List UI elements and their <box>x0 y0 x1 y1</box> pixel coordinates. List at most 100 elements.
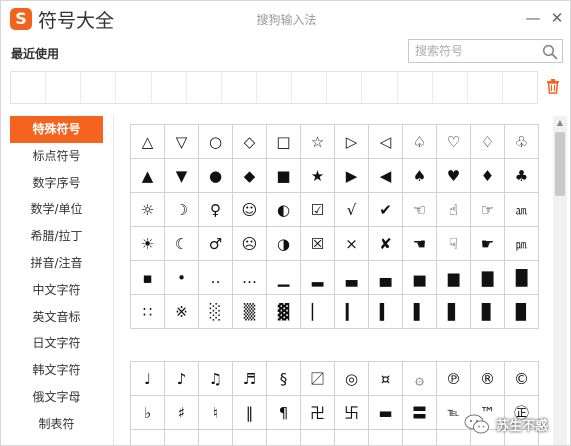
symbol-cell[interactable]: ▎ <box>335 295 369 329</box>
symbol-cell[interactable] <box>335 430 369 445</box>
symbol-cell[interactable]: ‥ <box>199 261 233 295</box>
symbol-cell[interactable]: ▬ <box>369 396 403 430</box>
symbol-cell[interactable] <box>301 430 335 445</box>
symbol-cell[interactable]: ▓ <box>267 295 301 329</box>
symbol-cell[interactable]: ★ <box>301 159 335 193</box>
sidebar-item[interactable]: 拼音/注音 <box>10 250 103 277</box>
symbol-cell[interactable]: ※ <box>165 295 199 329</box>
close-button[interactable]: ✕ <box>545 6 569 30</box>
symbol-cell[interactable]: ☀ <box>131 227 165 261</box>
sidebar-item[interactable]: 制表符 <box>10 411 103 438</box>
symbol-cell[interactable]: 〼 <box>301 362 335 396</box>
symbol-cell[interactable]: ◁ <box>369 125 403 159</box>
symbol-cell[interactable]: … <box>233 261 267 295</box>
symbol-cell[interactable]: ☆ <box>301 125 335 159</box>
symbol-cell[interactable]: ♧ <box>505 125 539 159</box>
symbol-cell[interactable]: ▼ <box>165 159 199 193</box>
symbol-cell[interactable]: ℗ <box>437 362 471 396</box>
symbol-cell[interactable]: ▄ <box>369 261 403 295</box>
symbol-cell[interactable]: █ <box>505 261 539 295</box>
symbol-cell[interactable]: ▃ <box>335 261 369 295</box>
symbol-cell[interactable]: ▇ <box>471 261 505 295</box>
symbol-cell[interactable]: ¶ <box>267 396 301 430</box>
symbol-cell[interactable]: § <box>267 362 301 396</box>
recent-symbol-slot[interactable] <box>398 72 433 103</box>
sidebar-item[interactable]: 韩文字符 <box>10 357 103 384</box>
symbol-cell[interactable]: ▶ <box>335 159 369 193</box>
symbol-cell[interactable]: ☼ <box>131 193 165 227</box>
symbol-cell[interactable]: ▷ <box>335 125 369 159</box>
sidebar-item[interactable]: 俄文字母 <box>10 384 103 411</box>
symbol-cell[interactable]: ۞ <box>403 362 437 396</box>
symbol-cell[interactable]: ® <box>471 362 505 396</box>
recent-symbol-slot[interactable] <box>152 72 187 103</box>
recent-symbol-slot[interactable] <box>11 72 47 103</box>
minimize-button[interactable]: — <box>521 6 545 30</box>
symbol-cell[interactable] <box>369 430 403 445</box>
recent-symbol-slot[interactable] <box>433 72 468 103</box>
symbol-cell[interactable]: ♂ <box>199 227 233 261</box>
symbol-cell[interactable]: ㏘ <box>505 227 539 261</box>
symbol-cell[interactable]: ♬ <box>233 362 267 396</box>
recent-symbol-slot[interactable] <box>116 72 152 103</box>
symbol-cell[interactable]: ■ <box>267 159 301 193</box>
vertical-scrollbar[interactable]: ▲ <box>553 116 567 445</box>
symbol-cell[interactable]: © <box>505 362 539 396</box>
symbol-cell[interactable]: ☽ <box>165 193 199 227</box>
symbol-cell[interactable]: ♫ <box>199 362 233 396</box>
symbol-cell[interactable]: ✘ <box>369 227 403 261</box>
symbol-cell[interactable]: ☝ <box>437 193 471 227</box>
symbol-cell[interactable]: ☹ <box>233 227 267 261</box>
symbol-cell[interactable]: ♥ <box>437 159 471 193</box>
sidebar-item[interactable]: 标点符号 <box>10 143 103 170</box>
recent-symbol-slot[interactable] <box>468 72 503 103</box>
symbol-cell[interactable]: ♢ <box>471 125 505 159</box>
symbol-cell[interactable]: ☞ <box>471 193 505 227</box>
symbol-cell[interactable]: ◆ <box>233 159 267 193</box>
symbol-cell[interactable]: ♩ <box>131 362 165 396</box>
symbol-cell[interactable]: ▉ <box>505 295 539 329</box>
symbol-cell[interactable]: ▂ <box>301 261 335 295</box>
symbol-cell[interactable]: ▽ <box>165 125 199 159</box>
sidebar-item[interactable]: 日文字符 <box>10 330 103 357</box>
sidebar-item[interactable]: 英文音标 <box>10 304 103 331</box>
recent-symbol-slot[interactable] <box>222 72 257 103</box>
symbol-cell[interactable]: ✔ <box>369 193 403 227</box>
symbol-cell[interactable] <box>403 430 437 445</box>
sidebar-item[interactable]: 数字序号 <box>10 170 103 197</box>
symbol-cell[interactable]: ◀ <box>369 159 403 193</box>
recent-symbol-slot[interactable] <box>327 72 363 103</box>
sidebar-item[interactable]: 中文字符 <box>10 277 103 304</box>
symbol-cell[interactable]: ♭ <box>131 396 165 430</box>
symbol-cell[interactable]: ♠ <box>403 159 437 193</box>
symbol-cell[interactable]: ▪ <box>131 261 165 295</box>
symbol-cell[interactable]: ▅ <box>403 261 437 295</box>
symbol-cell[interactable]: ◇ <box>233 125 267 159</box>
symbol-cell[interactable]: ▋ <box>437 295 471 329</box>
symbol-cell[interactable]: ㏂ <box>505 193 539 227</box>
symbol-cell[interactable] <box>131 430 165 445</box>
symbol-cell[interactable]: △ <box>131 125 165 159</box>
symbol-cell[interactable]: ● <box>199 159 233 193</box>
scrollbar-thumb[interactable] <box>555 132 565 196</box>
symbol-cell[interactable]: ♦ <box>471 159 505 193</box>
sidebar-item[interactable]: 数学/单位 <box>10 196 103 223</box>
symbol-cell[interactable]: ◐ <box>267 193 301 227</box>
symbol-cell[interactable]: • <box>165 261 199 295</box>
symbol-cell[interactable]: ☺ <box>233 193 267 227</box>
symbol-cell[interactable]: ☚ <box>403 227 437 261</box>
symbol-cell[interactable]: ∷ <box>131 295 165 329</box>
symbol-cell[interactable]: ♤ <box>403 125 437 159</box>
symbol-cell[interactable]: ◎ <box>335 362 369 396</box>
symbol-cell[interactable]: ▁ <box>267 261 301 295</box>
symbol-cell[interactable]: ▒ <box>233 295 267 329</box>
recent-symbol-slot[interactable] <box>257 72 293 103</box>
symbol-cell[interactable]: ¤ <box>369 362 403 396</box>
symbol-cell[interactable]: ‖ <box>233 396 267 430</box>
search-icon[interactable] <box>542 44 558 60</box>
symbol-cell[interactable]: ☜ <box>403 193 437 227</box>
symbol-cell[interactable]: ☒ <box>301 227 335 261</box>
symbol-cell[interactable]: ☟ <box>437 227 471 261</box>
symbol-cell[interactable]: ░ <box>199 295 233 329</box>
symbol-cell[interactable]: ○ <box>199 125 233 159</box>
